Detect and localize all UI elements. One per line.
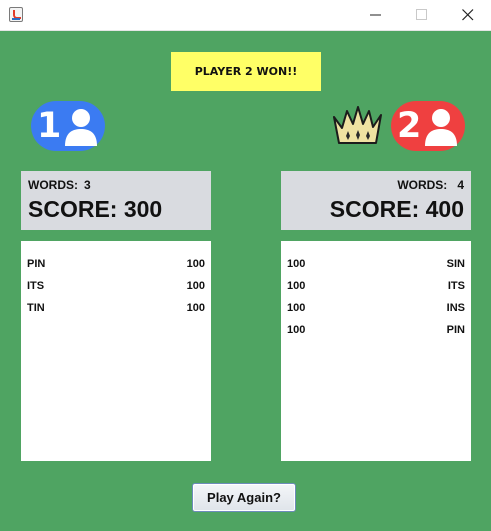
word: PIN xyxy=(446,324,465,336)
word: ITS xyxy=(447,280,465,292)
word: INS xyxy=(446,302,465,314)
minimize-icon xyxy=(370,14,381,16)
player2-number: 2 xyxy=(397,106,422,146)
word: TIN xyxy=(27,302,45,314)
crown-icon xyxy=(333,106,382,144)
list-item: 100 PIN xyxy=(287,323,465,345)
close-icon xyxy=(462,9,474,21)
player2-words-label: WORDS: xyxy=(397,178,448,192)
word: PIN xyxy=(27,258,46,270)
close-button[interactable] xyxy=(445,0,491,30)
list-item: TIN 100 xyxy=(27,301,205,323)
player2-words-line: WORDS: 4 xyxy=(288,177,464,193)
player2-avatar: 2 xyxy=(391,101,465,151)
maximize-button xyxy=(399,0,445,30)
points: 100 xyxy=(287,258,306,270)
player1-words-line: WORDS: 3 xyxy=(28,177,204,193)
player2-word-list[interactable]: 100 SIN 100 ITS 100 INS 100 PIN xyxy=(281,241,471,461)
user-icon xyxy=(425,109,457,146)
play-again-button[interactable]: Play Again? xyxy=(192,483,296,512)
java-cup-icon[interactable] xyxy=(9,7,23,22)
player2-score: SCORE: 400 xyxy=(329,196,464,222)
player1-word-list[interactable]: PIN 100 ITS 100 TIN 100 xyxy=(21,241,211,461)
player1-score: SCORE: 300 xyxy=(28,196,163,222)
player2-words-count: 4 xyxy=(457,178,464,192)
game-over-panel: PLAYER 2 WON!! 1 2 WORDS: 3 SCORE: 300 WO… xyxy=(0,31,491,531)
player1-avatar: 1 xyxy=(31,101,105,151)
points: 100 xyxy=(186,258,205,270)
player1-words-count: 3 xyxy=(84,178,91,192)
word: SIN xyxy=(446,258,465,270)
list-item: 100 INS xyxy=(287,301,465,323)
points: 100 xyxy=(186,302,205,314)
winner-banner-text: PLAYER 2 WON!! xyxy=(194,65,298,78)
window-titlebar xyxy=(0,0,491,31)
points: 100 xyxy=(186,280,205,292)
winner-banner: PLAYER 2 WON!! xyxy=(171,52,321,91)
player2-score-panel: WORDS: 4 SCORE: 400 xyxy=(281,171,471,230)
player1-score-panel: WORDS: 3 SCORE: 300 xyxy=(21,171,211,230)
player1-words-label: WORDS: xyxy=(28,178,78,192)
minimize-button[interactable] xyxy=(353,0,399,30)
player1-number: 1 xyxy=(37,106,62,146)
points: 100 xyxy=(287,280,306,292)
user-icon xyxy=(65,109,97,146)
points: 100 xyxy=(287,324,306,336)
list-item: 100 SIN xyxy=(287,257,465,279)
list-item: PIN 100 xyxy=(27,257,205,279)
word: ITS xyxy=(27,280,45,292)
maximize-icon xyxy=(416,9,427,20)
list-item: 100 ITS xyxy=(287,279,465,301)
list-item: ITS 100 xyxy=(27,279,205,301)
points: 100 xyxy=(287,302,306,314)
